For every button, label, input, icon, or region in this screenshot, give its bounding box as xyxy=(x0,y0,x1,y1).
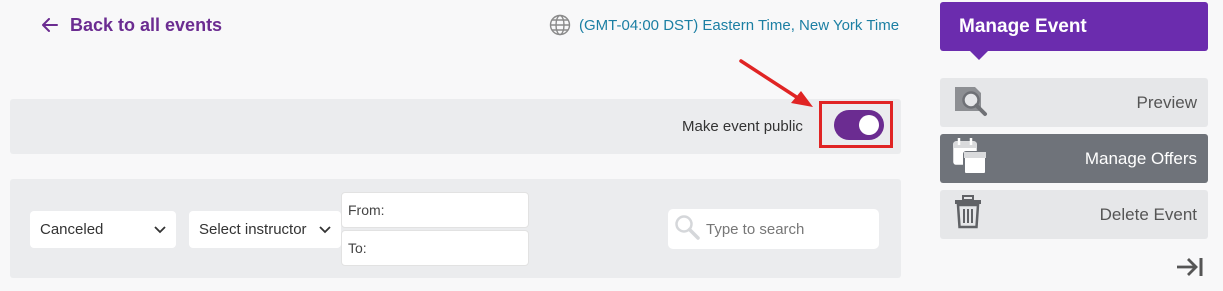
search-placeholder: Type to search xyxy=(706,220,805,238)
trash-icon xyxy=(952,195,984,234)
header-pointer xyxy=(970,51,988,60)
search-input[interactable]: Type to search xyxy=(668,209,879,249)
to-date-field[interactable]: To: xyxy=(341,230,529,266)
preview-button[interactable]: Preview xyxy=(940,78,1208,127)
toggle-knob xyxy=(859,115,879,135)
globe-icon xyxy=(549,14,571,36)
collapse-right-icon[interactable] xyxy=(1175,256,1205,283)
timezone-label: (GMT-04:00 DST) Eastern Time, New York T… xyxy=(579,16,900,34)
timezone-indicator: (GMT-04:00 DST) Eastern Time, New York T… xyxy=(549,13,899,37)
to-label: To: xyxy=(348,240,367,256)
make-public-toggle[interactable] xyxy=(834,110,884,140)
instructor-select-value: Select instructor xyxy=(199,221,307,238)
chevron-down-icon xyxy=(154,221,166,238)
from-date-field[interactable]: From: xyxy=(341,192,529,228)
delete-event-label: Delete Event xyxy=(1099,204,1197,224)
delete-event-button[interactable]: Delete Event xyxy=(940,190,1208,239)
calendar-stack-icon xyxy=(952,135,990,182)
chevron-down-icon xyxy=(319,221,331,238)
arrow-left-icon xyxy=(42,18,58,32)
make-public-label: Make event public xyxy=(682,118,803,135)
from-label: From: xyxy=(348,202,385,218)
manage-event-title: Manage Event xyxy=(959,15,1087,37)
manage-event-header: Manage Event xyxy=(940,2,1208,51)
back-link-label: Back to all events xyxy=(70,14,223,35)
back-to-events-link[interactable]: Back to all events xyxy=(42,12,222,38)
status-select-value: Canceled xyxy=(40,221,104,238)
status-select[interactable]: Canceled xyxy=(30,211,176,248)
preview-label: Preview xyxy=(1136,92,1197,112)
manage-offers-label: Manage Offers xyxy=(1084,148,1197,168)
annotation-arrow-icon xyxy=(739,59,813,107)
manage-offers-button[interactable]: Manage Offers xyxy=(940,134,1208,183)
search-icon xyxy=(674,214,700,244)
instructor-select[interactable]: Select instructor xyxy=(189,211,341,248)
preview-icon xyxy=(952,83,990,122)
